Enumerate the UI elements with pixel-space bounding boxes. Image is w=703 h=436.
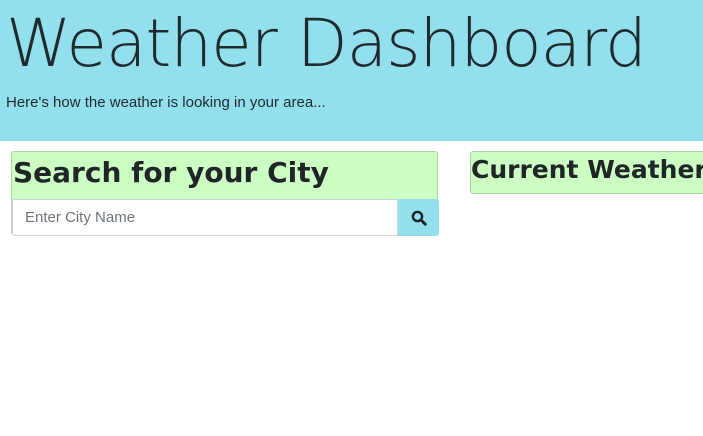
search-panel: Search for your City (11, 151, 439, 236)
header-banner: Weather Dashboard Here's how the weather… (0, 0, 703, 141)
search-button[interactable] (398, 199, 439, 236)
page-title: Weather Dashboard (6, 5, 647, 82)
city-search-input[interactable] (12, 199, 398, 236)
page-subtitle: Here's how the weather is looking in you… (6, 94, 326, 111)
search-heading: Search for your City (13, 156, 329, 189)
search-icon (411, 210, 427, 226)
current-weather-heading: Current Weather: (471, 155, 703, 184)
search-input-group (12, 199, 439, 236)
current-weather-panel: Current Weather: (470, 151, 703, 194)
